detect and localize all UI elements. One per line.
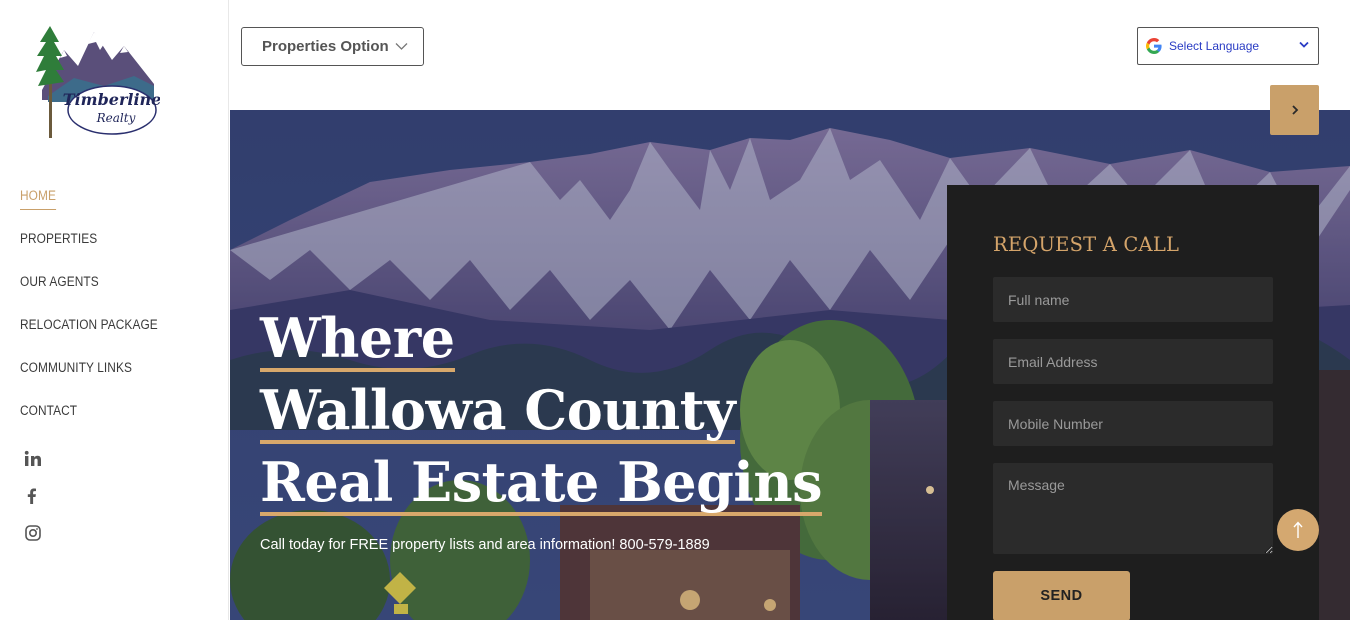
social-links xyxy=(24,450,42,561)
hero-tagline: Call today for FREE property lists and a… xyxy=(260,537,710,553)
arrow-up-icon xyxy=(1293,521,1303,538)
hero-headline: Where Wallowa County Real Estate Begins xyxy=(260,302,823,518)
nav-item-our-agents[interactable]: OUR AGENTS xyxy=(20,270,177,313)
nav-item-relocation-package[interactable]: RELOCATION PACKAGE xyxy=(20,313,177,356)
mobile-input[interactable] xyxy=(993,401,1273,446)
email-input[interactable] xyxy=(993,339,1273,384)
nav-link-our-agents[interactable]: OUR AGENTS xyxy=(20,270,99,294)
nav-link-relocation-package[interactable]: RELOCATION PACKAGE xyxy=(20,313,158,337)
language-select[interactable]: Select Language xyxy=(1137,27,1319,65)
google-icon xyxy=(1146,38,1162,54)
nav-item-properties[interactable]: PROPERTIES xyxy=(20,227,177,270)
message-textarea[interactable] xyxy=(993,463,1273,554)
hero-headline-line-3: Real Estate Begins xyxy=(260,450,823,516)
full-name-input[interactable] xyxy=(993,277,1273,322)
linkedin-icon[interactable] xyxy=(24,450,42,468)
hero-headline-line-2: Wallowa County xyxy=(260,378,736,444)
main-nav: HOME PROPERTIES OUR AGENTS RELOCATION PA… xyxy=(20,184,177,442)
caret-down-icon xyxy=(1299,41,1309,48)
request-call-form: REQUEST A CALL SEND xyxy=(947,185,1319,620)
sidebar: Timberline Realty HOME PROPERTIES OUR AG… xyxy=(0,0,229,620)
logo-text-realty: Realty xyxy=(96,111,136,125)
chevron-right-icon xyxy=(1291,105,1298,115)
scroll-to-top-button[interactable] xyxy=(1277,509,1319,551)
chevron-down-icon xyxy=(395,43,408,50)
language-select-label: Select Language xyxy=(1169,39,1260,53)
properties-option-label: Properties Option xyxy=(262,38,389,55)
nav-link-properties[interactable]: PROPERTIES xyxy=(20,227,97,251)
nav-link-contact[interactable]: CONTACT xyxy=(20,399,77,423)
properties-option-dropdown[interactable]: Properties Option xyxy=(241,27,424,66)
request-call-title: REQUEST A CALL xyxy=(993,233,1180,256)
facebook-icon[interactable] xyxy=(24,487,42,505)
timberline-logo[interactable]: Timberline Realty xyxy=(34,20,161,140)
logo-text-timberline: Timberline xyxy=(63,90,160,109)
nav-link-home[interactable]: HOME xyxy=(20,184,56,210)
nav-link-community-links[interactable]: COMMUNITY LINKS xyxy=(20,356,132,380)
hero-headline-line-1: Where xyxy=(260,306,455,372)
nav-item-community-links[interactable]: COMMUNITY LINKS xyxy=(20,356,177,399)
hero-next-button[interactable] xyxy=(1270,85,1319,135)
nav-item-contact[interactable]: CONTACT xyxy=(20,399,177,442)
instagram-icon[interactable] xyxy=(24,524,42,542)
nav-item-home[interactable]: HOME xyxy=(20,184,177,227)
send-button[interactable]: SEND xyxy=(993,571,1130,620)
